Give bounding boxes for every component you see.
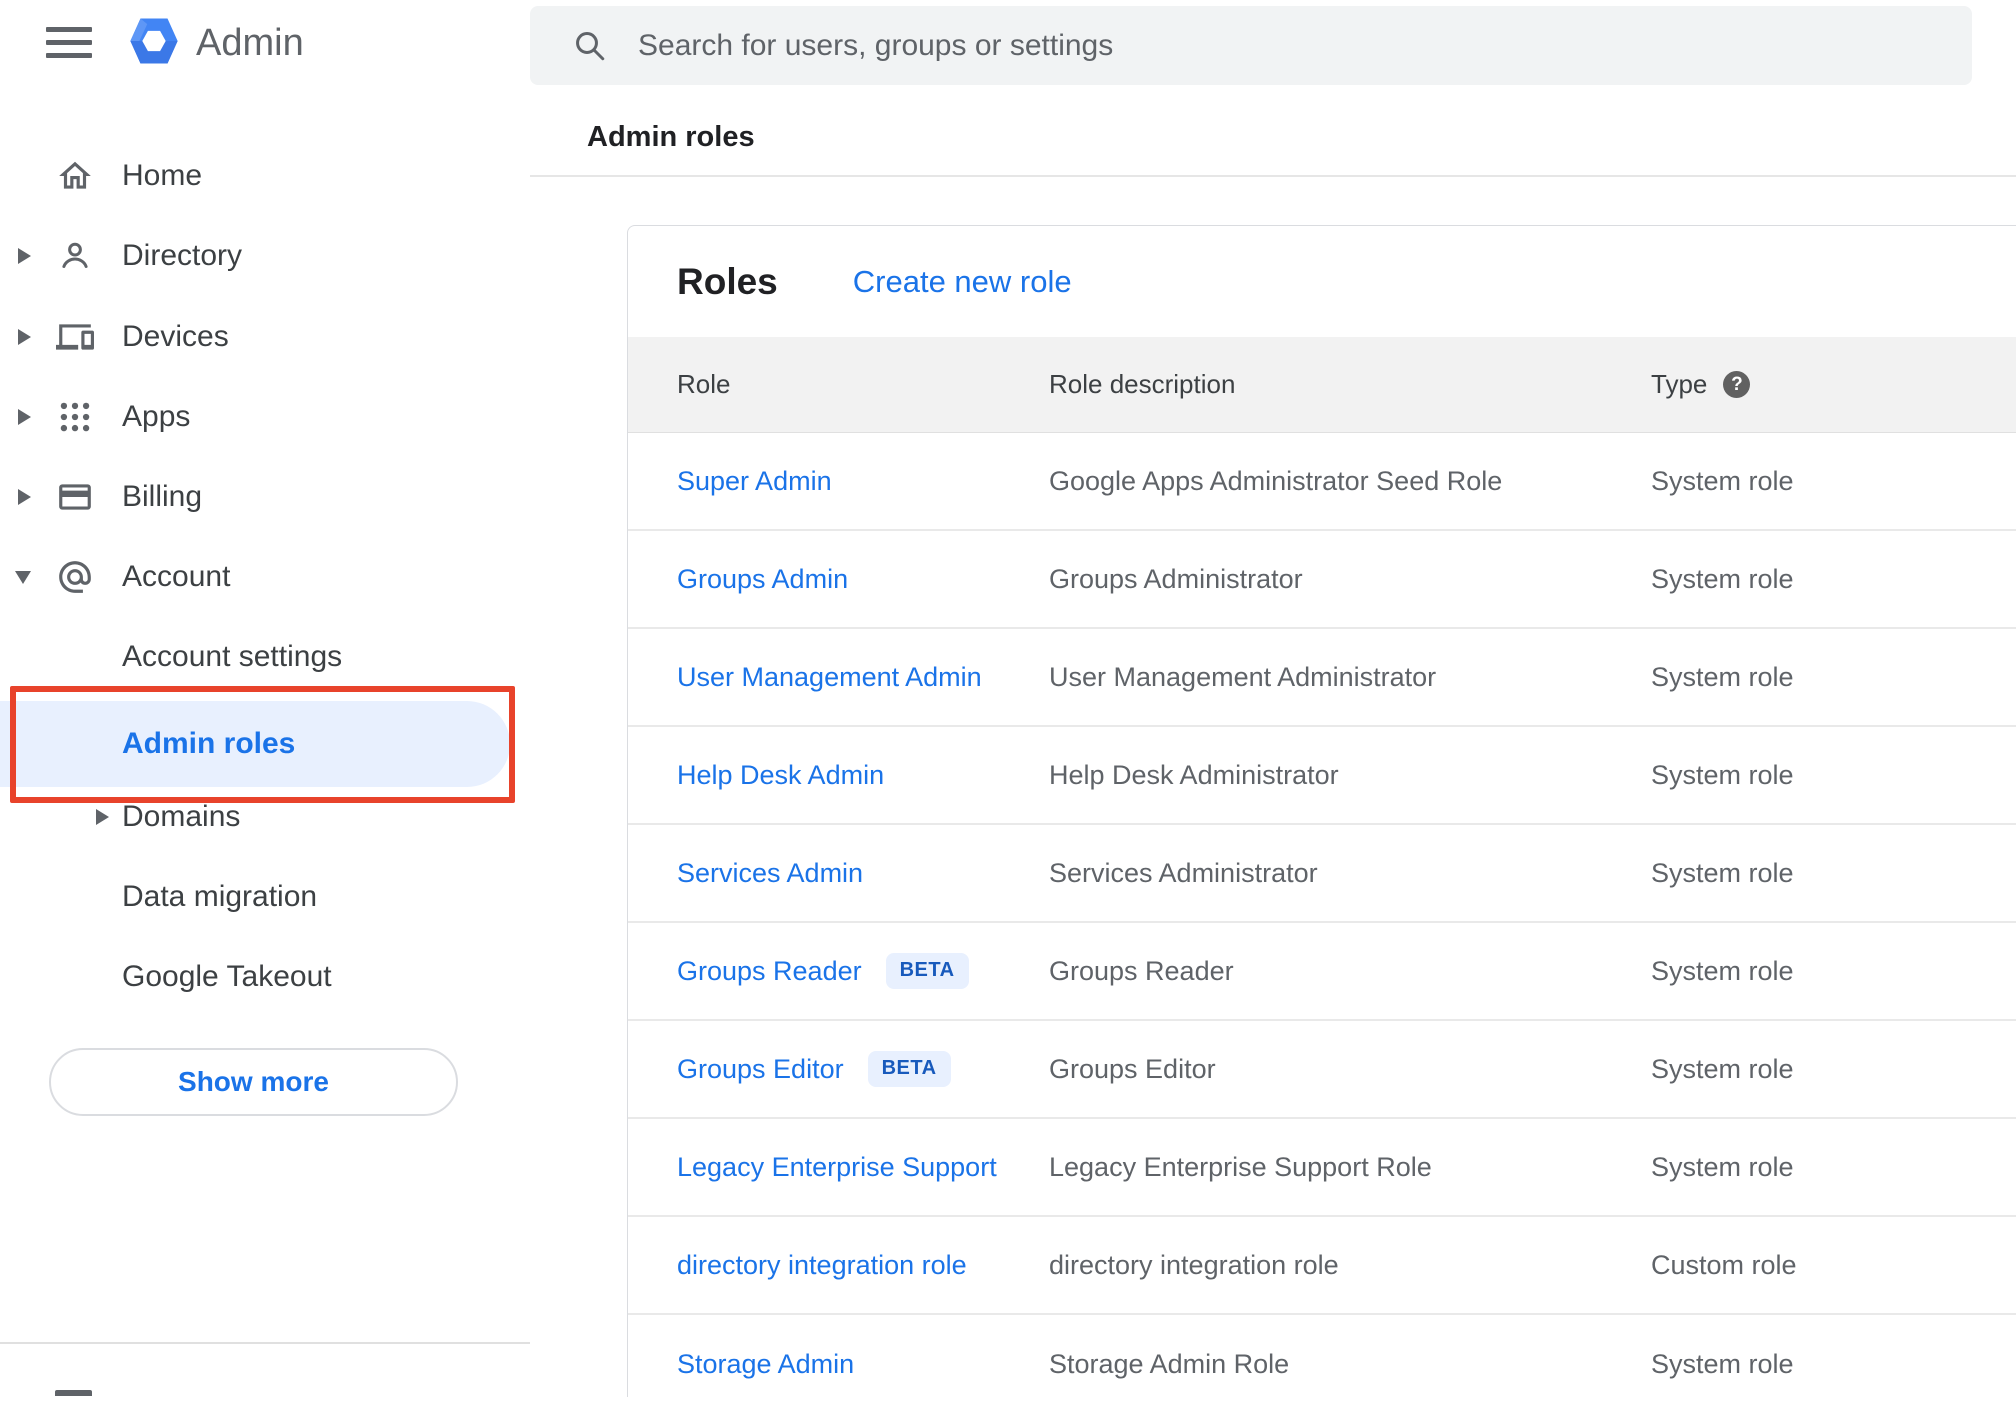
sidebar-item-label: Directory: [122, 239, 243, 272]
create-new-role-link[interactable]: Create new role: [853, 264, 1072, 300]
apps-grid-icon: [60, 402, 90, 432]
table-row: Groups Editor BETA Groups Editor System …: [628, 1021, 2016, 1119]
sidebar-item-label: Billing: [122, 480, 203, 513]
at-sign-icon: [59, 561, 91, 593]
sidebar-item-home[interactable]: Home: [0, 136, 530, 216]
table-row: Super Admin Google Apps Administrator Se…: [628, 433, 2016, 531]
table-row: Groups Admin Groups Administrator System…: [628, 531, 2016, 629]
expand-arrow-icon[interactable]: [18, 329, 31, 345]
role-type: System role: [1651, 563, 1794, 594]
role-type: System role: [1651, 759, 1794, 790]
sidebar-item-devices[interactable]: Devices: [0, 297, 530, 377]
expand-arrow-icon[interactable]: [18, 409, 31, 425]
role-description: Legacy Enterprise Support Role: [1049, 1151, 1432, 1182]
sidebar-item-account[interactable]: Account: [0, 537, 530, 617]
sidebar-item-label: Account: [122, 560, 231, 593]
app-title: Admin: [196, 22, 304, 64]
sidebar-item-label: Domains: [122, 800, 241, 833]
role-type: System role: [1651, 1053, 1794, 1084]
sidebar-item-apps[interactable]: Apps: [0, 377, 530, 457]
role-description: Google Apps Administrator Seed Role: [1049, 465, 1503, 496]
credit-card-icon: [59, 484, 91, 510]
role-description: Help Desk Administrator: [1049, 759, 1339, 790]
sidebar-item-billing[interactable]: Billing: [0, 457, 530, 537]
role-type: System role: [1651, 955, 1794, 986]
table-row: Storage Admin Storage Admin Role System …: [628, 1315, 2016, 1413]
page-title: Admin roles: [587, 121, 755, 153]
role-description: Services Administrator: [1049, 857, 1318, 888]
role-type: System role: [1651, 857, 1794, 888]
table-header-row: Role Role description Type ?: [628, 337, 2016, 433]
expand-arrow-icon[interactable]: [18, 489, 31, 505]
devices-icon: [56, 324, 94, 350]
table-row: Services Admin Services Administrator Sy…: [628, 825, 2016, 923]
role-link[interactable]: Groups Admin: [677, 564, 848, 595]
role-link[interactable]: Groups Editor: [677, 1054, 844, 1085]
sidebar-item-label: Apps: [122, 400, 191, 433]
content-divider: [530, 175, 2016, 177]
role-link[interactable]: Legacy Enterprise Support: [677, 1152, 997, 1183]
expand-arrow-icon[interactable]: [18, 248, 31, 264]
beta-badge: BETA: [867, 1051, 951, 1087]
role-type: System role: [1651, 1348, 1794, 1379]
column-header-role: Role: [677, 369, 731, 399]
role-description: User Management Administrator: [1049, 661, 1437, 692]
role-description: directory integration role: [1049, 1249, 1339, 1280]
sidebar-item-data-migration[interactable]: Data migration: [0, 857, 530, 937]
sidebar-item-domains[interactable]: Domains: [0, 777, 530, 857]
sidebar-item-label: Devices: [122, 320, 229, 353]
role-link[interactable]: directory integration role: [677, 1250, 967, 1281]
role-link[interactable]: Storage Admin: [677, 1349, 854, 1380]
search-input[interactable]: [638, 28, 1972, 63]
menu-icon[interactable]: [46, 27, 92, 58]
role-description: Groups Editor: [1049, 1053, 1216, 1084]
card-header: Roles Create new role: [628, 226, 2016, 337]
help-icon[interactable]: ?: [1723, 371, 1751, 398]
sidebar-item-label: Google Takeout: [122, 960, 332, 993]
collapse-arrow-icon[interactable]: [15, 570, 31, 584]
card-title: Roles: [677, 260, 778, 302]
role-type: System role: [1651, 465, 1794, 496]
role-type: System role: [1651, 661, 1794, 692]
table-row: Groups Reader BETA Groups Reader System …: [628, 923, 2016, 1021]
table-row: Legacy Enterprise Support Legacy Enterpr…: [628, 1119, 2016, 1217]
role-link[interactable]: Super Admin: [677, 466, 832, 497]
table-row: User Management Admin User Management Ad…: [628, 629, 2016, 727]
column-header-description: Role description: [1049, 369, 1236, 399]
expand-arrow-icon[interactable]: [96, 809, 109, 825]
role-description: Groups Administrator: [1049, 563, 1303, 594]
person-icon: [62, 242, 88, 268]
role-description: Storage Admin Role: [1049, 1348, 1290, 1379]
search-icon: [576, 31, 605, 60]
sidebar-item-google-takeout[interactable]: Google Takeout: [0, 937, 530, 1017]
sidebar-item-label: Account settings: [122, 640, 343, 673]
role-link[interactable]: User Management Admin: [677, 662, 982, 693]
roles-card: Roles Create new role Role Role descript…: [627, 225, 2016, 1397]
sidebar-item-label: Admin roles: [122, 727, 296, 760]
admin-logo-icon: [127, 12, 181, 75]
show-more-button[interactable]: Show more: [49, 1048, 458, 1116]
sidebar-item-admin-roles[interactable]: Admin roles: [0, 701, 510, 787]
sidebar-item-label: Data migration: [122, 880, 318, 913]
sidebar-item-account-settings[interactable]: Account settings: [0, 617, 530, 697]
role-type: System role: [1651, 1151, 1794, 1182]
sidebar-item-directory[interactable]: Directory: [0, 216, 530, 296]
beta-badge: BETA: [885, 953, 969, 989]
role-link[interactable]: Services Admin: [677, 858, 863, 889]
role-link[interactable]: Help Desk Admin: [677, 760, 884, 791]
home-icon: [59, 161, 91, 189]
role-link[interactable]: Groups Reader: [677, 956, 862, 987]
column-header-type: Type: [1651, 369, 1708, 399]
table-row: Help Desk Admin Help Desk Administrator …: [628, 727, 2016, 825]
sidebar-item-label: Home: [122, 159, 203, 192]
role-description: Groups Reader: [1049, 955, 1234, 986]
role-type: Custom role: [1651, 1249, 1797, 1280]
search-bar[interactable]: [530, 6, 1972, 85]
table-row: directory integration role directory int…: [628, 1217, 2016, 1315]
cutoff-icon-fragment: [55, 1390, 92, 1396]
sidebar-divider: [0, 1342, 530, 1344]
